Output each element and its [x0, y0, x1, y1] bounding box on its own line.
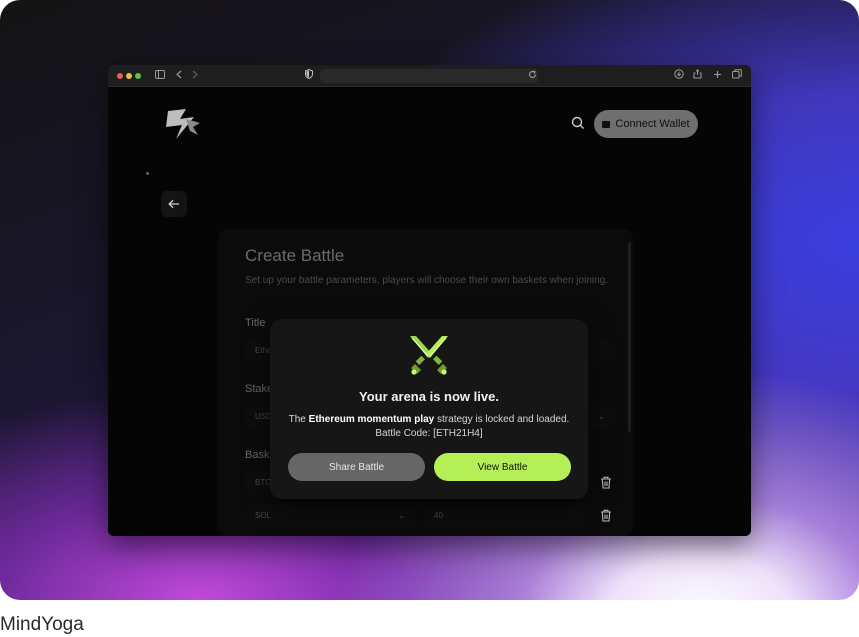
share-battle-label: Share Battle: [328, 461, 385, 473]
arrow-left-icon: [168, 199, 179, 209]
browser-window: Connect Wallet Create Battle Set up your…: [108, 65, 751, 536]
forward-icon[interactable]: [192, 69, 198, 83]
caption-label: MindYoga: [0, 614, 84, 635]
modal-desc-suffix: strategy is locked and loaded.: [434, 414, 570, 425]
page-title: Create Battle: [245, 246, 345, 265]
chevron-down-icon: ⌄: [598, 412, 605, 421]
new-tab-icon[interactable]: [713, 69, 722, 83]
back-button[interactable]: [161, 191, 187, 217]
app-page: Connect Wallet Create Battle Set up your…: [108, 87, 751, 536]
battle-code: Battle Code: [ETH21H4]: [375, 428, 483, 439]
basket-asset-value: BTC: [255, 478, 271, 487]
wallet-icon: [602, 120, 611, 128]
connect-wallet-label: Connect Wallet: [615, 118, 690, 130]
close-window-button[interactable]: [117, 73, 123, 79]
tabs-icon[interactable]: [732, 69, 742, 83]
basket-amount-input[interactable]: 40: [424, 505, 584, 527]
trash-icon[interactable]: [600, 476, 612, 489]
battle-live-modal: Your arena is now live. The Ethereum mom…: [270, 319, 588, 499]
connect-wallet-button[interactable]: Connect Wallet: [594, 110, 698, 138]
chevron-down-icon: ⌄: [398, 511, 405, 520]
modal-desc-prefix: The: [288, 414, 309, 425]
view-battle-label: View Battle: [477, 461, 528, 473]
modal-description: The Ethereum momentum play strategy is l…: [270, 413, 588, 441]
basket-asset-value: SOL: [255, 511, 272, 520]
minimize-window-button[interactable]: [126, 73, 132, 79]
modal-title: Your arena is now live.: [359, 389, 499, 404]
address-bar[interactable]: [320, 69, 538, 83]
search-icon[interactable]: [570, 115, 586, 131]
page-subtitle: Set up your battle parameters, players w…: [245, 275, 608, 286]
share-battle-button[interactable]: Share Battle: [288, 453, 425, 481]
download-icon[interactable]: [674, 69, 684, 83]
trash-icon[interactable]: [600, 509, 612, 522]
sidebar-icon[interactable]: [155, 69, 165, 83]
maximize-window-button[interactable]: [135, 73, 141, 79]
strategy-name: Ethereum momentum play: [308, 414, 435, 425]
title-field-label: Title: [245, 317, 266, 329]
scrollbar[interactable]: [628, 242, 631, 432]
browser-titlebar: [108, 65, 751, 87]
stake-field-label: Stake: [245, 383, 274, 395]
share-icon[interactable]: [693, 69, 702, 83]
reload-icon[interactable]: [528, 69, 537, 83]
basket-asset-select[interactable]: SOL ⌄: [245, 505, 415, 527]
back-icon[interactable]: [176, 69, 182, 83]
logo-icon[interactable]: [160, 105, 204, 145]
view-battle-button[interactable]: View Battle: [434, 453, 571, 481]
crossed-swords-icon: [410, 336, 448, 375]
shield-icon: [305, 68, 313, 83]
sparkle-decoration: [146, 172, 149, 175]
